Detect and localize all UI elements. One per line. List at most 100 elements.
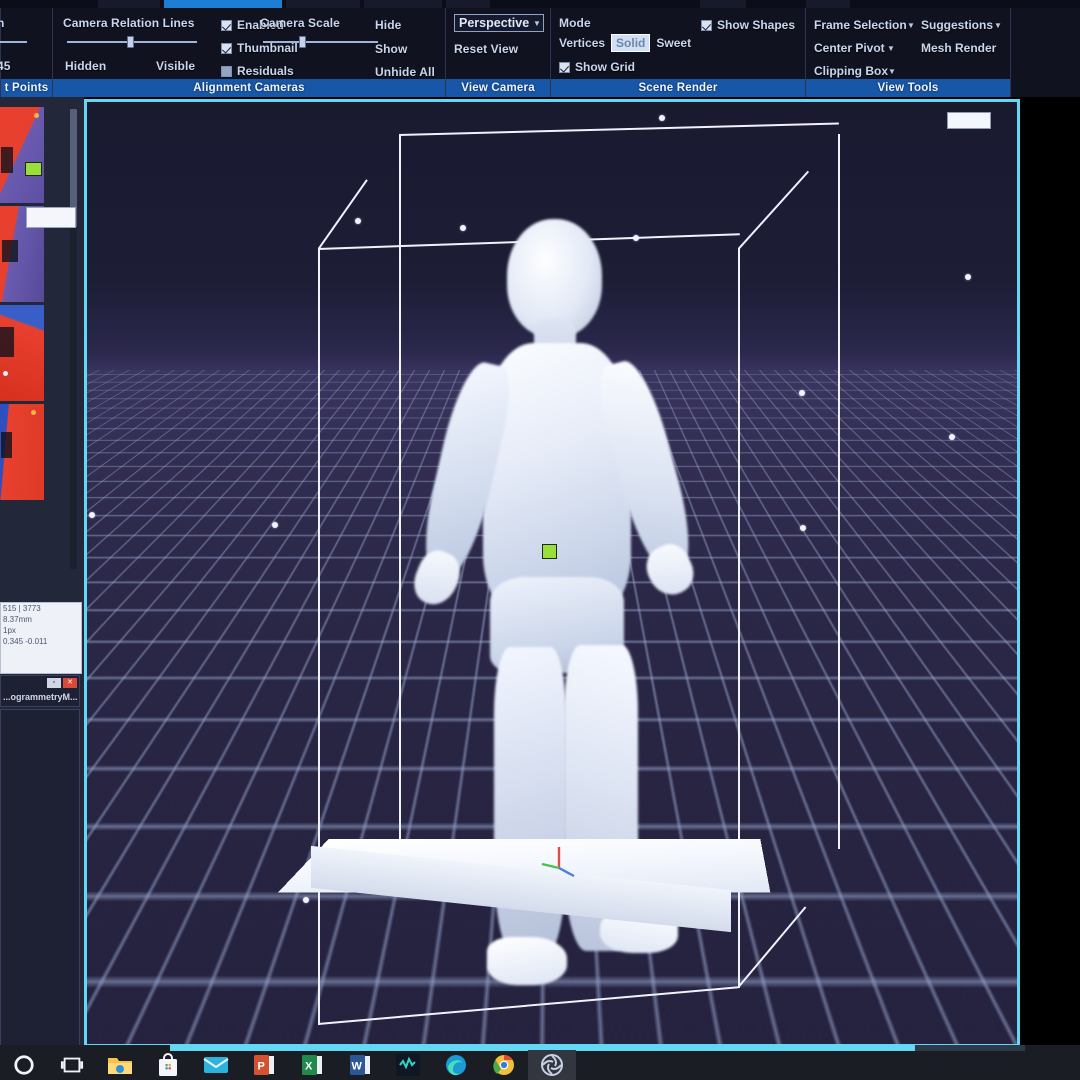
camera-point-marker[interactable] xyxy=(923,952,929,958)
thumbnail-list[interactable] xyxy=(0,107,44,503)
camera-relation-hidden-label: Hidden xyxy=(65,59,107,73)
view-tools-group-title: View Tools xyxy=(806,79,1010,97)
mode-option-sweet[interactable]: Sweet xyxy=(652,35,695,51)
taskbar-item-word[interactable]: W xyxy=(336,1050,384,1080)
show-grid-checkbox-label: Show Grid xyxy=(575,60,635,74)
ribbon-tab-6[interactable] xyxy=(700,0,746,8)
enabled-checkbox-box[interactable] xyxy=(221,19,232,31)
residuals-checkbox-box[interactable] xyxy=(221,65,232,77)
thumbnail-tooltip xyxy=(26,207,76,228)
3d-viewport[interactable]: C:\Users\n 118.jpg [re xyxy=(84,99,1020,1047)
checkbox-residuals[interactable]: Residuals xyxy=(221,64,294,78)
ribbon-tab-3[interactable] xyxy=(286,0,360,8)
taskbar-item-mail[interactable] xyxy=(192,1050,240,1080)
clipping-box-chevron-down-icon[interactable]: ▼ xyxy=(888,67,896,76)
camera-point-marker[interactable] xyxy=(945,725,951,731)
thumbnail-item[interactable] xyxy=(0,107,44,203)
taskbar-item-powerpoint[interactable]: P xyxy=(240,1050,288,1080)
projection-dropdown[interactable]: Perspective ▼ xyxy=(454,14,544,32)
mesh-selection-marker[interactable] xyxy=(542,544,557,559)
mode-option-solid[interactable]: Solid xyxy=(611,34,651,52)
close-icon[interactable]: ✕ xyxy=(63,678,77,688)
view-camera-group-title: View Camera xyxy=(446,79,550,97)
center-pivot-chevron-down-icon[interactable]: ▼ xyxy=(887,44,895,53)
thumbnail-item[interactable] xyxy=(0,305,44,401)
points-slider[interactable] xyxy=(0,36,27,48)
taskbar-icon-list[interactable]: P X W xyxy=(0,1050,576,1080)
mesh-render-button[interactable]: Mesh Render xyxy=(921,41,996,55)
taskbar-item-microsoft-store[interactable] xyxy=(144,1050,192,1080)
ribbon-tab-active[interactable] xyxy=(164,0,282,8)
camera-point-marker[interactable] xyxy=(89,512,95,518)
restore-icon[interactable]: ▫ xyxy=(47,678,61,688)
ribbon-tab-4[interactable] xyxy=(364,0,442,8)
thumbnail-figure xyxy=(1,147,13,173)
ribbon-tab-5[interactable] xyxy=(446,0,490,8)
windows-taskbar: P X W xyxy=(0,1045,1080,1080)
camera-point-marker[interactable] xyxy=(949,434,955,440)
mode-label: Mode xyxy=(559,16,591,30)
show-grid-checkbox-box[interactable] xyxy=(559,61,570,73)
taskbar-item-excel[interactable]: X xyxy=(288,1050,336,1080)
thumbnail-checkbox-box[interactable] xyxy=(221,42,232,54)
svg-text:X: X xyxy=(305,1061,313,1073)
points-cut-label-value: 45 xyxy=(0,59,11,73)
mode-segmented-control[interactable]: Vertices Solid Sweet xyxy=(555,34,695,52)
camera-relation-slider-knob[interactable] xyxy=(127,36,134,48)
thumbnail-figure xyxy=(1,432,12,458)
center-pivot-button[interactable]: Center Pivot xyxy=(814,41,885,55)
camera-point-marker[interactable] xyxy=(965,274,971,280)
points-slider-track xyxy=(0,41,27,43)
camera-relation-lines-slider[interactable] xyxy=(67,36,197,48)
camera-point-marker[interactable] xyxy=(800,525,806,531)
taskbar-item-chrome[interactable] xyxy=(480,1050,528,1080)
ribbon-group-alignment-cameras: Camera Relation Lines Hidden Visible Ena… xyxy=(52,8,445,97)
taskbar-item-edge[interactable] xyxy=(432,1050,480,1080)
window-controls[interactable]: ▫ ✕ xyxy=(47,678,77,688)
camera-point-marker[interactable] xyxy=(89,377,95,383)
ribbon-tab-1[interactable] xyxy=(98,0,160,8)
3d-scene[interactable]: C:\Users\n 118.jpg [re xyxy=(87,102,1017,1044)
task-view-icon xyxy=(60,1057,84,1073)
points-group-body: h 45 xyxy=(0,8,52,79)
hide-button[interactable]: Hide xyxy=(375,18,401,32)
camera-scale-slider[interactable] xyxy=(263,36,378,48)
show-button[interactable]: Show xyxy=(375,42,407,56)
projection-dropdown-value: Perspective xyxy=(459,16,530,30)
taskbar-item-dark-app[interactable] xyxy=(384,1050,432,1080)
dark-app-icon xyxy=(396,1054,420,1076)
reset-view-button[interactable]: Reset View xyxy=(454,42,518,56)
camera-point-marker[interactable] xyxy=(799,390,805,396)
taskbar-item-photogrammetry[interactable] xyxy=(528,1050,576,1080)
suggestions-chevron-down-icon[interactable]: ▼ xyxy=(994,21,1002,30)
bbox-edge xyxy=(318,986,739,1025)
taskbar-item-cortana[interactable] xyxy=(0,1050,48,1080)
thumbnail-item[interactable] xyxy=(0,404,44,500)
frame-selection-chevron-down-icon[interactable]: ▼ xyxy=(907,21,915,30)
camera-point-marker[interactable] xyxy=(272,522,278,528)
checkbox-show-grid[interactable]: Show Grid xyxy=(559,60,635,74)
clipping-box-button[interactable]: Clipping Box xyxy=(814,64,888,78)
ribbon-group-view-tools: Frame Selection ▼ Suggestions ▼ Center P… xyxy=(805,8,1010,97)
ribbon-tab-strip[interactable] xyxy=(0,0,1080,8)
camera-point-marker[interactable] xyxy=(659,115,665,121)
child-window-titlebar[interactable]: ▫ ✕ ...ogrammetryM... xyxy=(0,675,80,707)
taskbar-accent-bar-secondary xyxy=(915,1045,1025,1051)
info-line-4: 0.345 -0.011 xyxy=(3,637,48,646)
points-cut-label-top: h xyxy=(0,16,5,30)
axis-gizmo-icon xyxy=(541,847,575,878)
taskbar-item-file-explorer[interactable] xyxy=(96,1050,144,1080)
show-shapes-checkbox-box[interactable] xyxy=(701,19,712,31)
ribbon-tab-7[interactable] xyxy=(806,0,850,8)
viewport-corner-indicator[interactable] xyxy=(947,112,991,129)
camera-scale-slider-knob[interactable] xyxy=(299,36,306,48)
frame-selection-button[interactable]: Frame Selection xyxy=(814,18,907,32)
checkbox-show-shapes[interactable]: Show Shapes xyxy=(701,18,795,32)
viewport-status-file-line: 118.jpg [re xyxy=(963,1027,1013,1040)
thumbnail-figure xyxy=(2,240,18,262)
mode-option-vertices[interactable]: Vertices xyxy=(555,35,609,51)
unhide-all-button[interactable]: Unhide All xyxy=(375,65,435,79)
suggestions-button[interactable]: Suggestions xyxy=(921,18,993,32)
thumbnail-selection-marker[interactable] xyxy=(25,162,42,176)
taskbar-item-task-view[interactable] xyxy=(48,1050,96,1080)
